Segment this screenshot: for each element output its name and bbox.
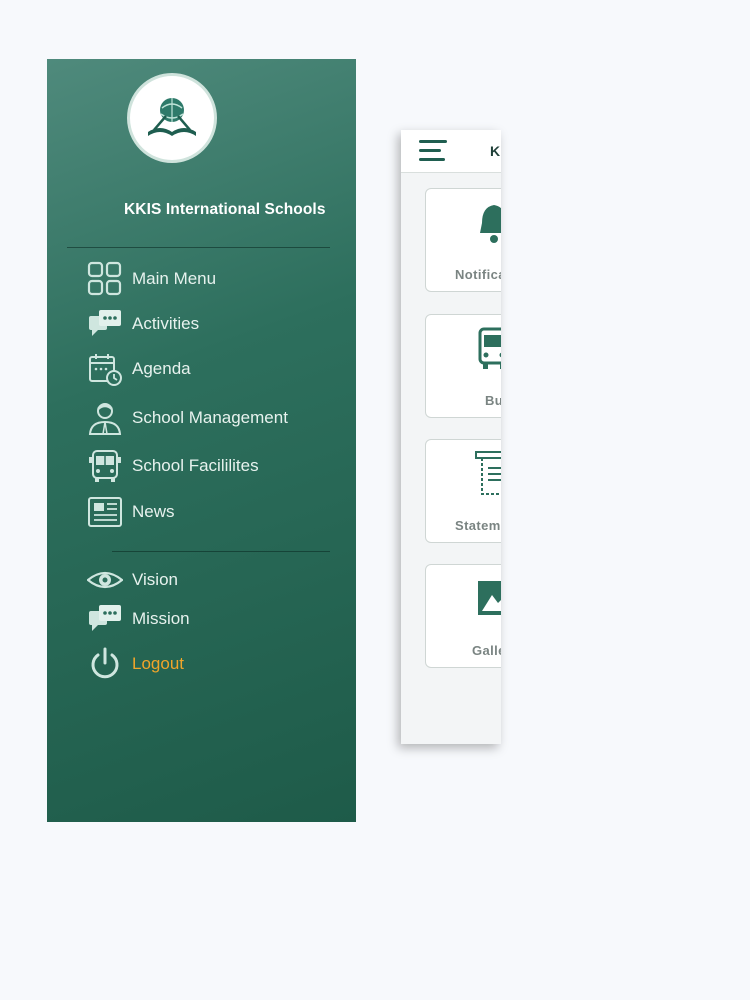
menu-item-label: Mission xyxy=(132,609,190,628)
app-title: KKIS xyxy=(490,143,501,159)
person-icon xyxy=(87,400,123,436)
card-label: Statement xyxy=(455,518,501,533)
logout-label: Logout xyxy=(132,654,184,673)
calendar-clock-icon xyxy=(87,351,123,387)
menu-item-mission[interactable]: Mission xyxy=(87,600,190,638)
chat-bubbles-icon xyxy=(87,601,123,637)
menu-item-label: Vision xyxy=(132,570,178,589)
navigation-drawer: KKIS International Schools Main Menu Act… xyxy=(47,59,356,822)
school-logo xyxy=(127,73,217,163)
app-screen: KKIS Notifications Bus Statement xyxy=(401,130,501,744)
bus-icon xyxy=(478,327,501,369)
menu-item-label: School Management xyxy=(132,408,288,427)
power-icon xyxy=(87,646,123,682)
image-icon xyxy=(478,581,501,615)
card-label: Gallery xyxy=(472,643,501,658)
divider xyxy=(112,551,330,552)
menu-item-activities[interactable]: Activities xyxy=(87,305,199,343)
eye-icon xyxy=(87,562,123,598)
menu-item-school-facilities[interactable]: School Facililites xyxy=(87,447,259,485)
chat-bubbles-icon xyxy=(87,306,123,342)
bell-icon xyxy=(480,205,501,243)
hamburger-menu-icon[interactable] xyxy=(419,140,447,162)
menu-item-agenda[interactable]: Agenda xyxy=(87,350,191,388)
menu-item-label: Agenda xyxy=(132,359,191,378)
menu-item-label: News xyxy=(132,502,175,521)
newspaper-icon xyxy=(87,494,123,530)
menu-item-label: School Facililites xyxy=(132,456,259,475)
receipt-icon xyxy=(475,451,501,495)
logout-button[interactable]: Logout xyxy=(87,645,184,683)
card-notifications[interactable]: Notifications xyxy=(425,188,501,292)
grid-icon xyxy=(87,261,123,297)
menu-item-main-menu[interactable]: Main Menu xyxy=(87,260,216,298)
card-bus[interactable]: Bus xyxy=(425,314,501,418)
menu-item-label: Activities xyxy=(132,314,200,333)
app-header: KKIS xyxy=(401,130,501,173)
bus-icon xyxy=(87,448,123,484)
menu-item-news[interactable]: News xyxy=(87,493,175,531)
card-label: Bus xyxy=(485,393,501,408)
globe-book-icon xyxy=(148,98,196,136)
divider xyxy=(67,247,330,248)
menu-item-school-management[interactable]: School Management xyxy=(87,399,288,437)
card-statement[interactable]: Statement xyxy=(425,439,501,543)
school-name: KKIS International Schools xyxy=(124,201,326,218)
card-label: Notifications xyxy=(455,267,501,282)
menu-item-vision[interactable]: Vision xyxy=(87,561,178,599)
card-gallery[interactable]: Gallery xyxy=(425,564,501,668)
menu-item-label: Main Menu xyxy=(132,269,217,288)
